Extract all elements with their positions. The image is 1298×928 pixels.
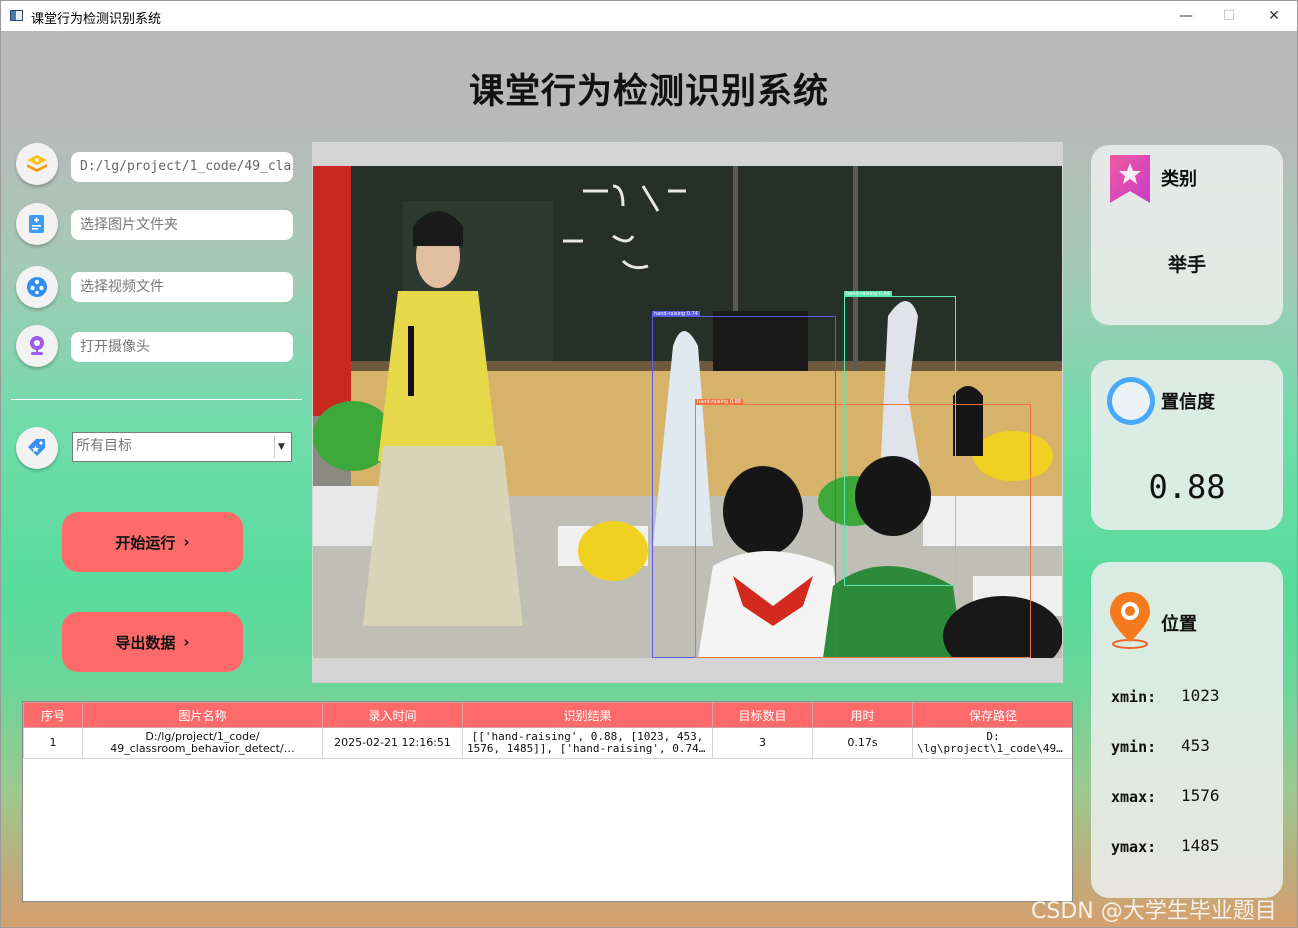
video-file-icon[interactable]: [16, 266, 58, 308]
preview-frame: hand-raising 0.74 hand-raising 0.88 hand…: [312, 142, 1063, 683]
start-run-label: 开始运行: [115, 533, 176, 552]
cell-index[interactable]: 1: [23, 727, 83, 759]
cell-save-path-line2: \lg\project\1_code\49_c…: [917, 743, 1069, 755]
cell-image-name-line1: D:/lg/project/1_code/: [145, 731, 260, 743]
confidence-title: 置信度: [1161, 392, 1215, 413]
export-data-label: 导出数据: [115, 633, 176, 652]
circle-gauge-icon: [1107, 377, 1155, 425]
category-title: 类别: [1161, 169, 1197, 190]
close-button[interactable]: ✕: [1251, 1, 1297, 31]
minimize-button[interactable]: —: [1163, 1, 1209, 31]
detection-label: hand-raising 0.88: [695, 399, 743, 405]
xmax-value: 1576: [1181, 786, 1220, 805]
confidence-card: 置信度 0.88: [1091, 360, 1283, 530]
location-title: 位置: [1161, 614, 1197, 635]
xmax-label: xmax:: [1111, 788, 1157, 806]
xmin-label: xmin:: [1111, 688, 1157, 706]
results-table[interactable]: 序号 图片名称 录入时间 识别结果 目标数目 用时 保存路径 1 D:/lg/p…: [22, 701, 1073, 902]
image-path-field[interactable]: D:/lg/project/1_code/49_classroom: [71, 152, 293, 182]
title-bar: 课堂行为检测识别系统 — ☐ ✕: [1, 1, 1297, 31]
maximize-button[interactable]: ☐: [1206, 1, 1252, 31]
column-header-time[interactable]: 录入时间: [322, 702, 463, 728]
tag-icon: [28, 439, 45, 456]
detection-box: hand-raising 0.64: [844, 291, 956, 586]
app-icon: [10, 10, 23, 21]
export-data-button[interactable]: 导出数据 ›: [62, 612, 243, 672]
ymin-label: ymin:: [1111, 738, 1157, 756]
webcam-icon: [30, 336, 44, 355]
classroom-photo: hand-raising 0.74 hand-raising 0.88 hand…: [313, 166, 1062, 658]
chevron-right-icon: ›: [183, 633, 190, 651]
cell-image-name[interactable]: D:/lg/project/1_code/ 49_classroom_behav…: [82, 727, 323, 759]
layers-icon: [27, 155, 47, 172]
ymin-value: 453: [1181, 736, 1210, 755]
cell-count[interactable]: 3: [712, 727, 813, 759]
cell-time[interactable]: 2025-02-21 12:16:51: [322, 727, 463, 759]
page-title: 课堂行为检测识别系统: [468, 72, 829, 112]
chevron-right-icon: ›: [183, 533, 190, 551]
column-header-count[interactable]: 目标数目: [712, 702, 813, 728]
cell-result[interactable]: [['hand-raising', 0.88, [1023, 453, 1576…: [462, 727, 713, 759]
target-select[interactable]: 所有目标 ▼: [72, 432, 292, 462]
column-header-result[interactable]: 识别结果: [462, 702, 713, 728]
category-card: 类别 举手: [1091, 145, 1283, 325]
category-value: 举手: [1167, 254, 1206, 276]
image-folder-field[interactable]: 选择图片文件夹: [71, 210, 293, 240]
image-file-icon[interactable]: [16, 143, 58, 185]
divider: [11, 399, 302, 400]
cell-result-line2: 1576, 1485]], ['hand-raising', 0.74, …: [467, 743, 708, 755]
cell-image-name-line2: 49_classroom_behavior_detect/…: [110, 743, 295, 755]
cell-result-line1: [['hand-raising', 0.88, [1023, 453,: [471, 731, 704, 743]
detection-label: hand-raising 0.74: [652, 311, 700, 317]
column-header-elapsed[interactable]: 用时: [812, 702, 913, 728]
column-header-save-path[interactable]: 保存路径: [912, 702, 1072, 728]
main-content: 课堂行为检测识别系统 D:/lg/project/1_code/49_class…: [1, 31, 1297, 927]
table-header-row: 序号 图片名称 录入时间 识别结果 目标数目 用时 保存路径: [23, 702, 1072, 728]
detection-label: hand-raising 0.64: [844, 291, 892, 297]
ymax-label: ymax:: [1111, 838, 1157, 856]
cell-save-path[interactable]: D: \lg\project\1_code\49_c…: [912, 727, 1072, 759]
film-reel-icon: [27, 277, 47, 297]
confidence-value: 0.88: [1148, 468, 1226, 506]
ymax-value: 1485: [1181, 836, 1220, 855]
chevron-down-icon[interactable]: ▼: [274, 436, 288, 458]
image-folder-icon[interactable]: [16, 203, 58, 245]
location-card: 位置 xmin: 1023 ymin: 453 xmax: 1576 ymax:…: [1091, 562, 1283, 898]
window-title: 课堂行为检测识别系统: [31, 12, 162, 27]
camera-field[interactable]: 打开摄像头: [71, 332, 293, 362]
target-select-value: 所有目标: [76, 438, 132, 454]
document-add-icon: [29, 215, 44, 233]
location-pin-icon: [1110, 592, 1150, 649]
target-filter-icon: [16, 427, 58, 469]
watermark: CSDN @大学生毕业题目: [1031, 899, 1277, 924]
table-row[interactable]: 1 D:/lg/project/1_code/ 49_classroom_beh…: [23, 727, 1072, 759]
cell-save-path-line1: D:: [986, 731, 1000, 743]
video-file-field[interactable]: 选择视频文件: [71, 272, 293, 302]
column-header-index[interactable]: 序号: [23, 702, 83, 728]
camera-icon[interactable]: [16, 325, 58, 367]
app-window: 课堂行为检测识别系统 — ☐ ✕ 课堂行为检测识别系统 D:/lg/projec…: [0, 0, 1298, 928]
column-header-image-name[interactable]: 图片名称: [82, 702, 323, 728]
bookmark-star-icon: [1110, 155, 1150, 203]
cell-elapsed[interactable]: 0.17s: [812, 727, 913, 759]
xmin-value: 1023: [1181, 686, 1220, 705]
start-run-button[interactable]: 开始运行 ›: [62, 512, 243, 572]
